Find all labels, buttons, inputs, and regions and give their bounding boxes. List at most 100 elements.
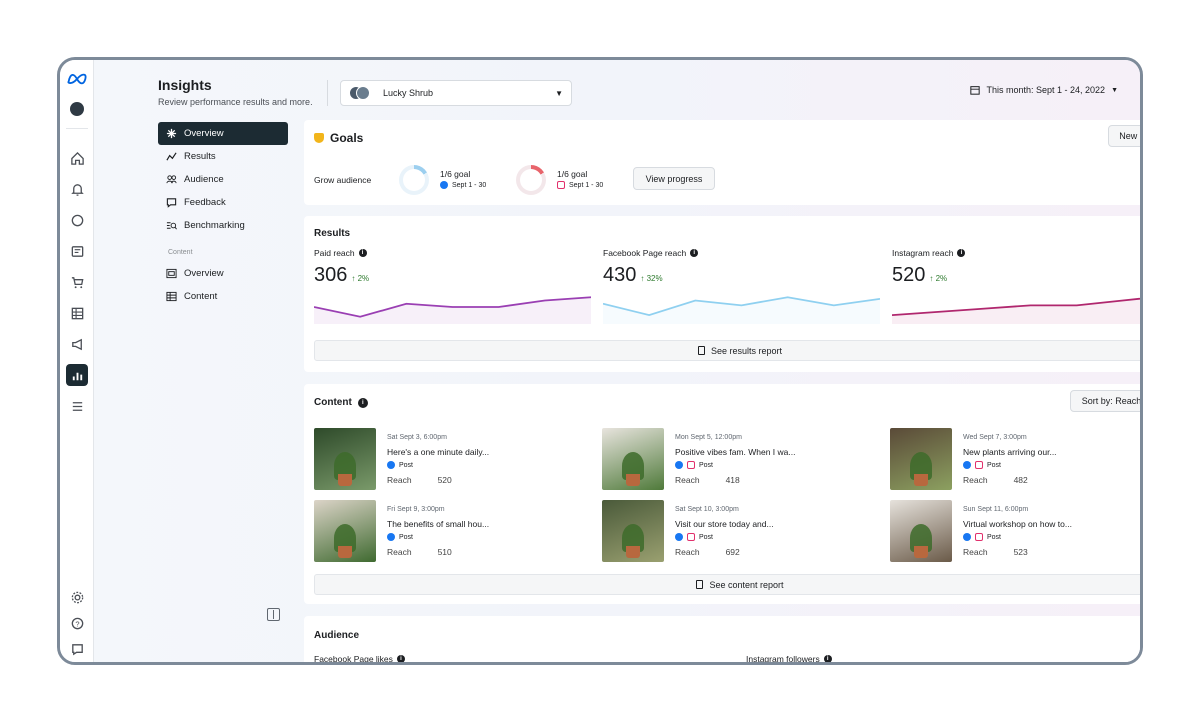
post-thumbnail[interactable] [602, 500, 664, 562]
content-post-item[interactable]: Wed Sept 7, 3:00pm New plants arriving ou… [890, 428, 1140, 490]
sidebar-nav: Overview Results Audience Feedback Bench… [158, 122, 288, 308]
post-type: Post [675, 533, 713, 541]
ads-megaphone-icon[interactable] [66, 333, 88, 355]
content-post-item[interactable]: Fri Sept 9, 3:00pm The benefits of small … [314, 500, 594, 562]
nav-item-audience[interactable]: Audience [158, 168, 288, 191]
page-subtitle: Review performance results and more. [158, 97, 313, 107]
instagram-icon [557, 181, 565, 189]
chevron-down-icon: ▼ [1111, 86, 1118, 94]
date-range-label: This month: Sept 1 - 24, 2022 [986, 85, 1106, 95]
post-date: Mon Sept 5, 12:00pm [675, 434, 742, 441]
post-reach-value: 510 [437, 547, 452, 557]
metric-change: 32% [646, 274, 663, 283]
post-type: Post [675, 461, 713, 469]
post-thumbnail[interactable] [314, 500, 376, 562]
post-date: Wed Sept 7, 3:00pm [963, 434, 1027, 441]
instagram-followers-label: Instagram followers i [746, 654, 832, 662]
facebook-icon [675, 461, 683, 469]
goal-dates: Sept 1 - 30 [452, 181, 487, 189]
facebook-icon [963, 461, 971, 469]
notifications-icon[interactable] [66, 178, 88, 200]
account-selector[interactable]: Lucky Shrub ▼ [340, 80, 572, 106]
posts-icon[interactable] [66, 240, 88, 262]
metric-paid-reach: Paid reach i 306 ↑ 2% [314, 248, 591, 324]
content-post-item[interactable]: Sun Sept 11, 6:00pm Virtual workshop on h… [890, 500, 1140, 562]
feedback-report-icon[interactable] [66, 638, 88, 660]
facebook-icon [963, 533, 971, 541]
goal-progress-text: 1/6 goal [557, 169, 588, 179]
icon-rail: ? [60, 60, 94, 662]
table-grid-icon[interactable] [66, 302, 88, 324]
sort-dropdown[interactable]: Sort by: Reach▼ [1070, 390, 1140, 412]
post-reach-value: 418 [725, 475, 740, 485]
post-reach: Reach 418 [675, 475, 740, 485]
nav-item-overview[interactable]: Overview [158, 122, 288, 145]
content-table-icon [166, 291, 177, 302]
post-date: Sat Sept 10, 3:00pm [675, 506, 739, 513]
metric-label: Paid reach [314, 248, 355, 258]
sparkline-area [603, 297, 880, 324]
messages-icon[interactable] [66, 209, 88, 231]
sparkline-area [892, 298, 1140, 324]
sparkline-instagram-reach [892, 297, 1140, 324]
instagram-icon [687, 461, 695, 469]
app-window: ? Insights Review performance results an… [57, 57, 1143, 665]
settings-gear-icon[interactable] [66, 586, 88, 608]
facebook-icon [387, 461, 395, 469]
facebook-icon [675, 533, 683, 541]
post-thumbnail[interactable] [602, 428, 664, 490]
metric-value: 430 [603, 264, 637, 286]
nav-item-results[interactable]: Results [158, 145, 288, 168]
help-icon[interactable]: ? [66, 612, 88, 634]
new-goal-button[interactable]: New goal [1108, 125, 1140, 147]
results-card: Results Paid reach i 306 ↑ 2% Facebook Pag… [304, 216, 1140, 372]
info-icon[interactable]: i [358, 249, 367, 257]
nav-item-content-overview[interactable]: Overview [158, 262, 288, 285]
see-results-report-button[interactable]: See results report [314, 340, 1140, 361]
post-type: Post [963, 461, 1001, 469]
nav-item-benchmarking[interactable]: Benchmarking [158, 214, 288, 237]
view-progress-button[interactable]: View progress [633, 167, 715, 190]
shop-cart-icon[interactable] [66, 271, 88, 293]
post-title: Visit our store today and... [675, 519, 774, 529]
info-icon[interactable]: i [957, 249, 966, 257]
post-title: Virtual workshop on how to... [963, 519, 1072, 529]
info-icon[interactable]: i [396, 655, 405, 662]
metric-label: Facebook Page reach [603, 248, 687, 258]
post-thumbnail[interactable] [890, 428, 952, 490]
goal-row-label: Grow audience [314, 175, 372, 185]
post-reach: Reach 482 [963, 475, 1028, 485]
post-thumbnail[interactable] [314, 428, 376, 490]
metric-instagram-reach: Instagram reach i 520 ↑ 2% [892, 248, 1140, 324]
goal-instagram: 1/6 goal Sept 1 - 30 [557, 169, 603, 189]
date-range-selector[interactable]: This month: Sept 1 - 24, 2022 ▼ [970, 85, 1118, 95]
post-type: Post [387, 533, 413, 541]
insights-chart-icon[interactable] [66, 364, 88, 386]
collapse-sidebar-icon[interactable] [267, 608, 280, 621]
content-post-item[interactable]: Sat Sept 10, 3:00pm Visit our store today… [602, 500, 882, 562]
post-thumbnail[interactable] [890, 500, 952, 562]
nav-item-feedback[interactable]: Feedback [158, 191, 288, 214]
meta-logo-icon[interactable] [66, 68, 88, 90]
home-icon[interactable] [66, 147, 88, 169]
post-title: Positive vibes fam. When I wa... [675, 447, 796, 457]
see-content-report-button[interactable]: See content report [314, 574, 1140, 595]
content-post-item[interactable]: Mon Sept 5, 12:00pm Positive vibes fam. W… [602, 428, 882, 490]
post-reach-value: 482 [1013, 475, 1028, 485]
chevron-down-icon: ▼ [555, 88, 563, 98]
audience-title: Audience [314, 630, 360, 641]
post-title: Here's a one minute daily... [387, 447, 490, 457]
sparkline-facebook-page-reach [603, 296, 880, 324]
profile-avatar-icon[interactable] [66, 98, 88, 120]
goals-title: Goals [330, 131, 364, 145]
menu-icon[interactable] [66, 395, 88, 417]
info-icon[interactable]: i [357, 397, 368, 408]
goal-dates: Sept 1 - 30 [569, 181, 604, 189]
info-icon[interactable]: i [690, 249, 699, 257]
content-post-item[interactable]: Sat Sept 3, 6:00pm Here's a one minute da… [314, 428, 594, 490]
report-icon [697, 346, 705, 355]
instagram-icon [687, 533, 695, 541]
info-icon[interactable]: i [823, 655, 832, 662]
nav-item-content[interactable]: Content [158, 285, 288, 308]
audience-icon [166, 175, 177, 184]
